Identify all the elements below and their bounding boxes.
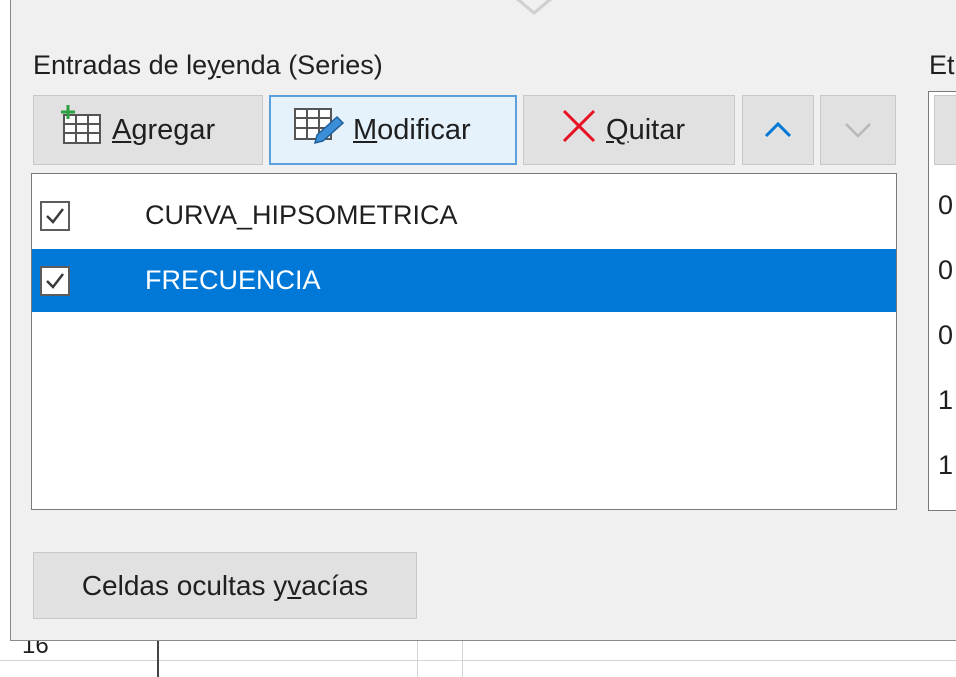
edit-series-label: Modificar <box>353 113 471 146</box>
sheet-gridline <box>0 660 956 661</box>
axis-label-value: 0 <box>938 255 954 285</box>
axis-label-value: 0 <box>938 320 954 350</box>
move-up-button[interactable] <box>742 95 814 165</box>
series-name: FRECUENCIA <box>145 265 321 295</box>
add-series-button[interactable]: Agregar <box>33 95 263 165</box>
sheet-row-header-border <box>157 641 159 677</box>
add-table-icon <box>58 105 104 155</box>
checkmark-icon <box>46 207 64 224</box>
hidden-empty-cells-button[interactable]: Celdas ocultas y v acías <box>33 552 417 619</box>
legend-entries-heading: Entradas de leyenda (Series) <box>33 50 383 80</box>
sheet-gridline <box>462 641 463 677</box>
select-data-source-dialog: Entradas de leyenda (Series) Et Agregar <box>10 0 956 641</box>
remove-series-button[interactable]: Quitar <box>523 95 735 165</box>
axis-labels-heading: Et <box>929 50 955 80</box>
axis-label-value: 1 <box>938 450 954 480</box>
spreadsheet-background <box>0 641 956 677</box>
series-name: CURVA_HIPSOMETRICA <box>145 200 458 230</box>
chevron-up-icon <box>763 114 793 147</box>
add-series-label: Agregar <box>112 113 216 146</box>
legend-series-list[interactable]: CURVA_HIPSOMETRICA FRECUENCIA <box>31 173 897 510</box>
move-down-button[interactable] <box>820 95 896 165</box>
series-checkbox[interactable] <box>40 265 70 296</box>
axis-label-value: 0 <box>938 190 954 220</box>
chevron-down-icon <box>843 114 873 147</box>
series-checkbox[interactable] <box>40 200 70 231</box>
edit-series-button[interactable]: Modificar <box>269 95 517 165</box>
list-item[interactable]: FRECUENCIA <box>32 249 896 312</box>
close-icon <box>560 107 598 153</box>
edit-axis-labels-button[interactable] <box>934 95 956 165</box>
checkmark-icon <box>46 272 64 289</box>
list-item[interactable]: CURVA_HIPSOMETRICA <box>32 184 896 247</box>
axis-label-value: 1 <box>938 385 954 415</box>
remove-series-label: Quitar <box>606 113 685 146</box>
sheet-gridline <box>417 641 418 677</box>
edit-table-icon <box>293 105 345 155</box>
